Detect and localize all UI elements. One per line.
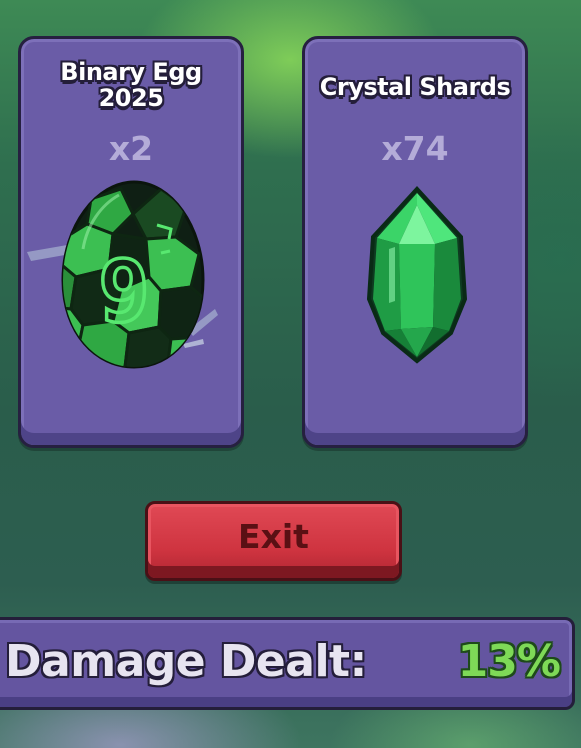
exit-button[interactable]: Exit <box>145 501 402 581</box>
egg-digit-display: 9 <box>98 242 150 342</box>
damage-dealt-value: 13% <box>457 636 561 687</box>
reward-card-binary-egg: Binary Egg 2025 x2 9 <box>18 36 244 448</box>
damage-dealt-label: Damage Dealt: <box>5 636 367 687</box>
crystal-shard-icon <box>366 186 468 364</box>
binary-egg-icon: 9 <box>27 180 218 369</box>
damage-dealt-panel: Damage Dealt: 13% <box>0 617 575 710</box>
reward-card-crystal-shards: Crystal Shards x74 <box>302 36 528 448</box>
